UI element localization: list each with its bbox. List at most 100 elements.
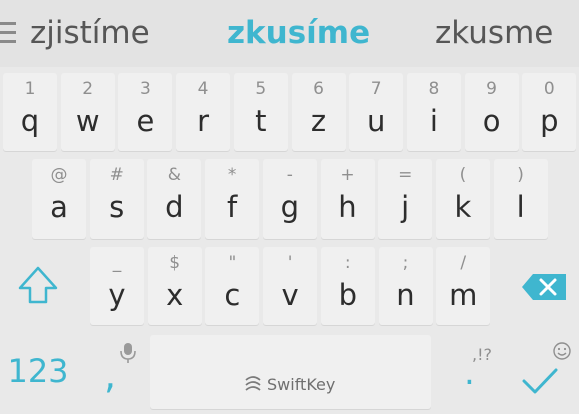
key-label: f [226, 190, 238, 224]
key-label: u [366, 104, 386, 138]
key-y[interactable]: _ y [90, 247, 144, 325]
hamburger-icon[interactable] [0, 18, 16, 48]
comma-key-label: , [104, 353, 117, 397]
shift-key[interactable] [0, 255, 76, 325]
key-hint: # [109, 165, 124, 185]
key-hint: _ [112, 253, 122, 273]
key-b[interactable]: :b [320, 247, 375, 325]
key-hint: 7 [370, 79, 382, 99]
suggestion-left[interactable]: zjistíme [30, 8, 150, 58]
key-x[interactable]: $ x [147, 247, 202, 325]
key-e[interactable]: 3e [118, 73, 173, 151]
key-r[interactable]: 4r [176, 73, 231, 151]
key-v[interactable]: ' v [263, 247, 318, 325]
key-label: h [338, 190, 357, 224]
key-label: d [165, 190, 184, 224]
key-label: l [516, 190, 525, 224]
key-a[interactable]: @ a [32, 159, 86, 239]
suggestion-right[interactable]: zkusme [435, 8, 553, 58]
key-hint: 2 [82, 79, 94, 99]
key-hint: ' [287, 253, 293, 273]
key-hint: @ [50, 165, 68, 185]
key-m[interactable]: / m [436, 247, 491, 325]
suggestion-center[interactable]: zkusíme [227, 8, 370, 58]
key-hint: ; [402, 253, 409, 273]
key-i[interactable]: 8i [406, 73, 461, 151]
key-label: n [396, 278, 415, 312]
key-label: i [429, 104, 438, 138]
key-l[interactable]: ) l [493, 159, 548, 239]
key-label: e [136, 104, 155, 138]
key-label: m [449, 278, 478, 312]
key-z[interactable]: 6z [291, 73, 346, 151]
swiftkey-logo-icon [245, 376, 261, 391]
key-u[interactable]: 7u [349, 73, 404, 151]
spacebar[interactable]: SwiftKey [150, 335, 431, 409]
numbers-key-label: 123 [7, 352, 69, 390]
key-n[interactable]: ; n [378, 247, 433, 325]
key-label: c [224, 278, 241, 312]
key-h[interactable]: + h [320, 159, 375, 239]
key-f[interactable]: * f [205, 159, 260, 239]
period-key[interactable]: ,!? . [444, 337, 500, 405]
key-label: s [109, 190, 125, 224]
comma-key[interactable]: , [90, 337, 146, 405]
key-hint: * [227, 165, 237, 185]
backspace-icon [522, 274, 566, 300]
key-hint: 3 [139, 79, 151, 99]
key-label: p [540, 104, 559, 138]
key-j[interactable]: = j [378, 159, 433, 239]
key-p[interactable]: 0p [522, 73, 577, 151]
key-hint: = [398, 165, 413, 185]
key-hint: + [340, 165, 355, 185]
key-label: g [280, 190, 299, 224]
swiftkey-brand-label: SwiftKey [267, 375, 336, 394]
key-d[interactable]: & d [147, 159, 202, 239]
key-label: y [108, 278, 126, 312]
key-hint: 6 [313, 79, 324, 99]
key-hint: ( [459, 165, 467, 185]
key-label: o [482, 104, 501, 138]
period-key-hint: ,!? [472, 345, 492, 364]
checkmark-icon [522, 368, 558, 394]
key-hint: / [460, 253, 467, 273]
key-q[interactable]: 1q [3, 73, 57, 151]
key-hint: 8 [428, 79, 440, 99]
key-hint: 0 [543, 79, 555, 99]
key-label: j [401, 190, 410, 224]
key-label: q [20, 104, 40, 138]
key-w[interactable]: 2w [60, 73, 115, 151]
key-hint: & [167, 165, 182, 185]
shift-arrow-icon [18, 266, 58, 304]
keyboard: 1q2w3e4r5t6z7u8i9o0p @ a # s & d * f - g + h = j(k) l … [0, 67, 579, 414]
key-hint: ) [517, 165, 524, 185]
key-s[interactable]: # s [89, 159, 144, 239]
key-k[interactable]: (k [435, 159, 490, 239]
key-label: z [310, 104, 327, 138]
mic-icon [120, 343, 136, 363]
key-label: a [50, 190, 68, 224]
key-hint: 1 [24, 79, 36, 99]
key-label: t [255, 104, 267, 138]
key-label: b [338, 278, 357, 312]
key-label: k [454, 190, 472, 224]
key-hint: $ [169, 253, 181, 273]
key-hint: 5 [255, 79, 267, 99]
key-hint: - [286, 165, 293, 185]
backspace-key[interactable] [508, 255, 579, 325]
period-key-label: . [464, 353, 475, 393]
key-t[interactable]: 5t [233, 73, 288, 151]
key-hint: 9 [486, 79, 497, 99]
key-label: r [197, 104, 210, 138]
key-c[interactable]: " c [205, 247, 260, 325]
suggestion-bar: zjistíme zkusíme zkusme [0, 0, 579, 67]
key-g[interactable]: -g [262, 159, 317, 239]
enter-key[interactable] [508, 337, 579, 405]
key-label: v [281, 278, 299, 312]
numbers-key[interactable]: 123 [0, 337, 76, 405]
key-o[interactable]: 9o [464, 73, 519, 151]
key-label: w [75, 104, 100, 138]
key-hint: : [344, 253, 351, 273]
key-hint: " [228, 253, 237, 273]
key-hint: 4 [197, 79, 209, 99]
